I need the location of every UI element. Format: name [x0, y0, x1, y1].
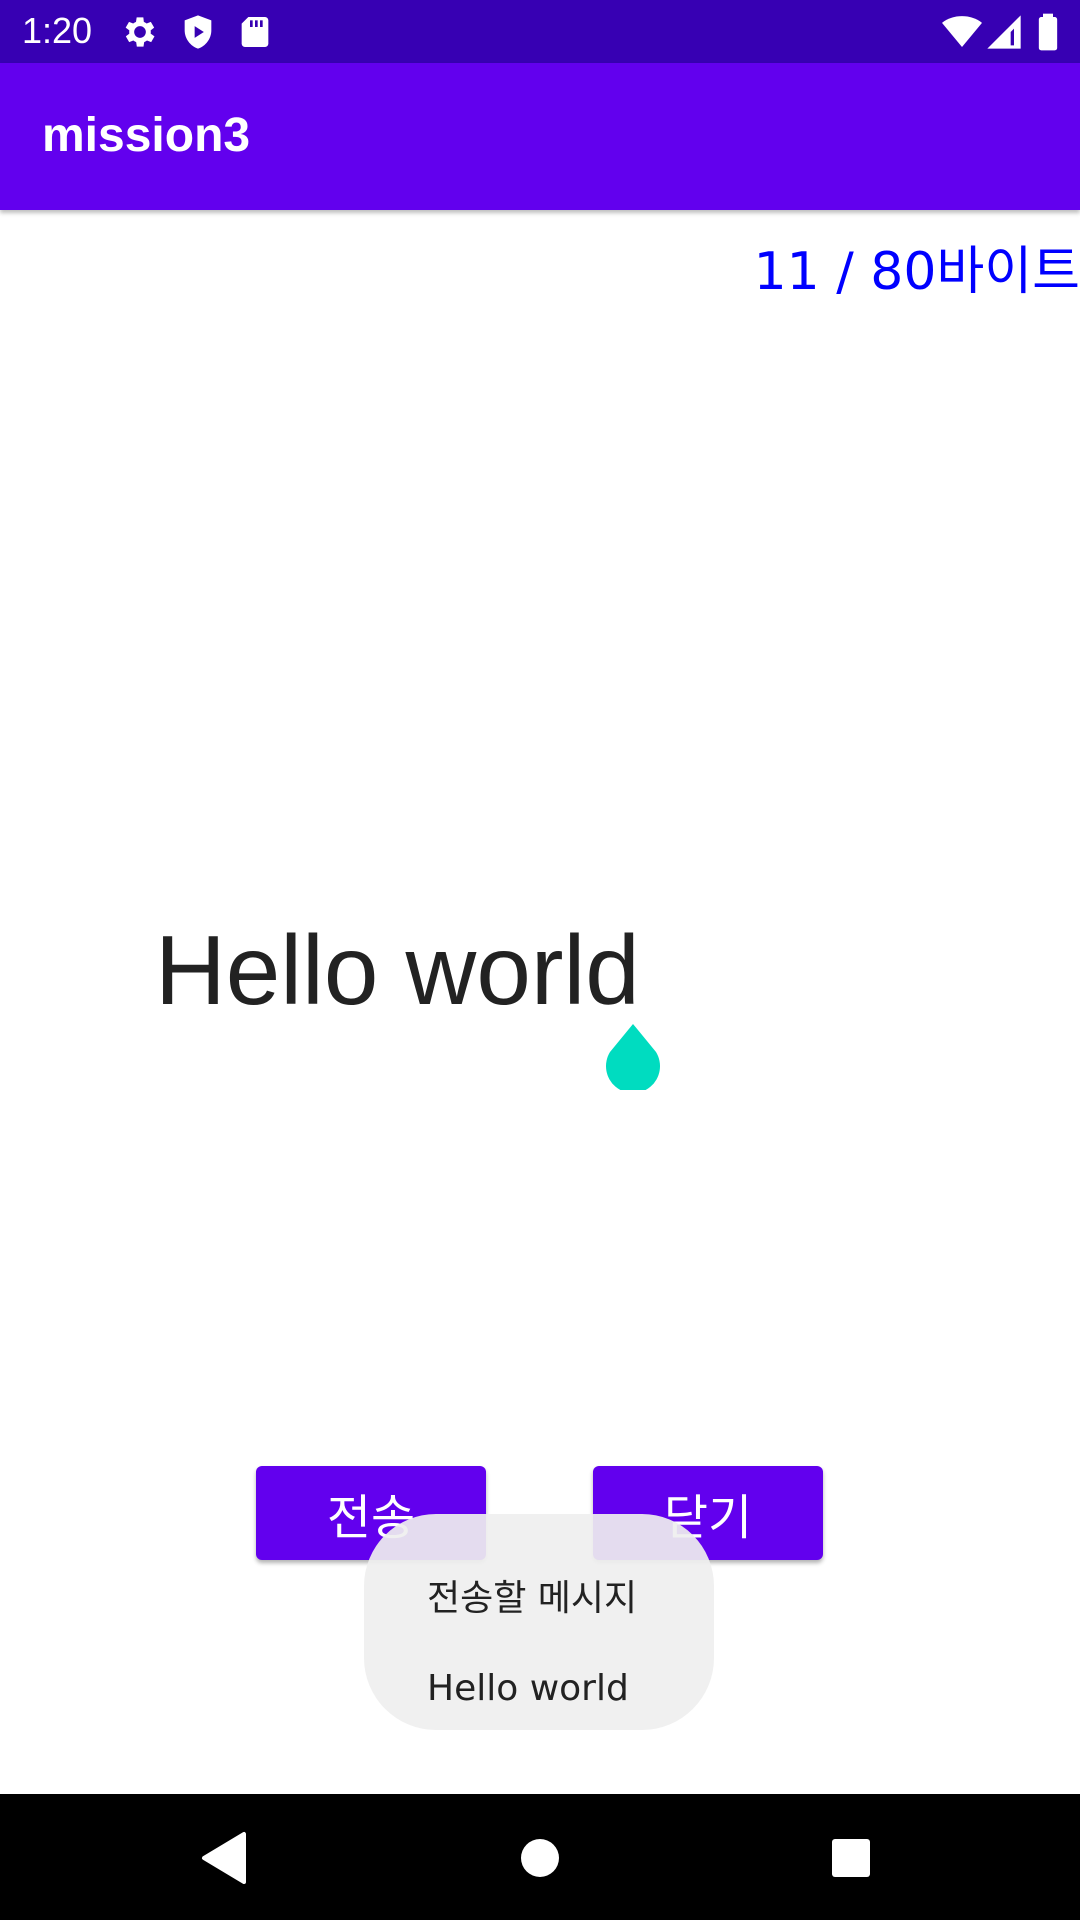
home-icon[interactable] [508, 1826, 572, 1890]
toast-message: 전송할 메시지 Hello world [364, 1514, 714, 1730]
message-input[interactable] [155, 910, 915, 1030]
status-bar: 1:20 [0, 0, 1080, 63]
status-time: 1:20 [22, 10, 93, 51]
wifi-icon [942, 16, 982, 47]
navigation-bar [0, 1794, 1080, 1920]
shield-play-icon [184, 15, 212, 49]
signal-icon [987, 15, 1021, 49]
byte-counter: 11 / 80바이트 [753, 242, 1080, 302]
text-cursor-handle-icon[interactable] [606, 1024, 660, 1090]
gear-icon [125, 17, 155, 47]
toast-title: 전송할 메시지 [427, 1578, 638, 1619]
app-bar: mission3 [0, 63, 1080, 210]
toast-body: Hello world [427, 1668, 629, 1709]
battery-icon [1038, 13, 1058, 51]
sd-card-icon [241, 17, 269, 47]
app-title: mission3 [42, 109, 251, 162]
back-icon[interactable] [194, 1826, 258, 1890]
recents-icon[interactable] [819, 1826, 883, 1890]
